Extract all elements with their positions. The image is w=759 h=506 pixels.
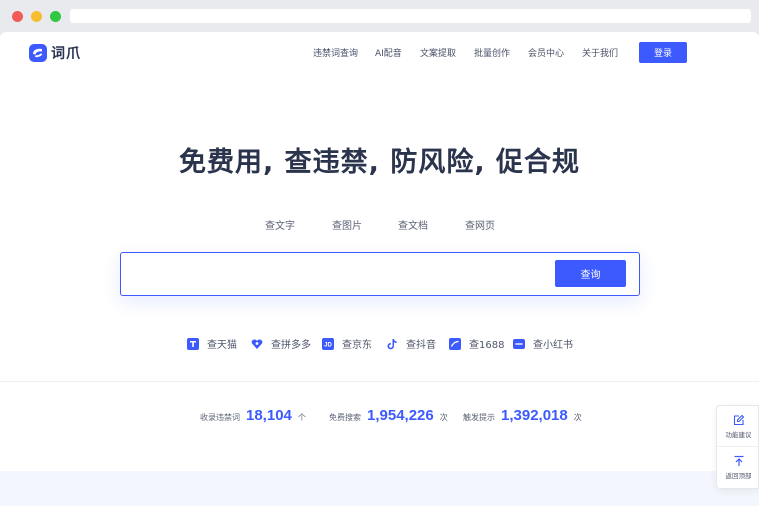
section-divider	[0, 381, 759, 382]
platform-label: 查拼多多	[271, 340, 311, 351]
maximize-window-button[interactable]	[50, 11, 61, 22]
tab-document[interactable]: 查文档	[398, 217, 428, 232]
platform-label: 查小红书	[533, 340, 573, 351]
stat-value: 18,104	[246, 407, 292, 424]
stat-label: 收录违禁词	[200, 413, 240, 422]
pinduoduo-icon	[251, 339, 263, 349]
stat-label: 免费搜索	[329, 413, 361, 422]
platform-tmall[interactable]: 查天猫	[187, 336, 237, 351]
platform-xiaohongshu[interactable]: 查小红书	[513, 336, 573, 351]
search-input[interactable]	[129, 261, 549, 287]
platform-label: 查1688	[469, 340, 505, 351]
top-nav: 词爪 违禁词查询 AI配音 文案提取 批量创作 会员中心 关于我们 登录	[0, 32, 759, 74]
nav-link-ai-voice[interactable]: AI配音	[375, 46, 402, 59]
stat-value: 1,392,018	[501, 407, 568, 424]
platform-label: 查抖音	[406, 340, 436, 351]
svg-text:JD: JD	[324, 342, 332, 348]
logo-icon	[29, 44, 47, 62]
nav-link-forbidden-words[interactable]: 违禁词查询	[313, 46, 358, 59]
stat-collected-words: 收录违禁词 18,104 个	[200, 407, 306, 424]
stat-free-searches: 免费搜索 1,954,226 次	[329, 407, 448, 424]
search-box: 查询	[120, 252, 640, 296]
platform-label: 查天猫	[207, 340, 237, 351]
arrow-up-icon	[734, 455, 743, 466]
nav-link-text-extract[interactable]: 文案提取	[420, 46, 456, 59]
hero-headline: 免费用, 查违禁, 防风险, 促合规	[179, 147, 580, 178]
douyin-icon	[387, 338, 397, 349]
jd-icon: JD	[322, 337, 334, 350]
minimize-window-button[interactable]	[31, 11, 42, 22]
back-to-top-button[interactable]: 返回顶部	[717, 447, 759, 488]
logo[interactable]: 词爪	[29, 43, 81, 63]
close-window-button[interactable]	[12, 11, 23, 22]
tab-webpage[interactable]: 查网页	[465, 217, 495, 232]
platform-douyin[interactable]: 查抖音	[386, 336, 436, 351]
edit-icon	[733, 414, 744, 425]
platform-1688[interactable]: 查1688	[449, 336, 504, 351]
page: 词爪 违禁词查询 AI配音 文案提取 批量创作 会员中心 关于我们 登录 免费用…	[0, 32, 759, 506]
address-bar[interactable]	[70, 9, 751, 23]
nav-link-member-center[interactable]: 会员中心	[528, 46, 564, 59]
stat-unit: 次	[439, 413, 448, 422]
feedback-label: 功能建议	[725, 430, 752, 439]
1688-icon	[449, 337, 461, 350]
platform-pinduoduo[interactable]: 查拼多多	[251, 336, 311, 351]
platform-jd[interactable]: JD 查京东	[322, 336, 372, 351]
stat-value: 1,954,226	[367, 407, 434, 424]
xiaohongshu-icon	[513, 338, 525, 349]
browser-chrome	[0, 0, 759, 32]
stat-triggered-hints: 触发提示 1,392,018 次	[463, 407, 582, 424]
tmall-icon	[187, 337, 199, 350]
search-button[interactable]: 查询	[555, 260, 626, 287]
nav-link-batch-create[interactable]: 批量创作	[474, 46, 510, 59]
platform-label: 查京东	[342, 340, 372, 351]
logo-text: 词爪	[51, 46, 81, 62]
tab-text[interactable]: 查文字	[265, 217, 295, 232]
login-button[interactable]: 登录	[639, 42, 687, 63]
stat-unit: 次	[573, 413, 582, 422]
footer-band	[0, 471, 759, 506]
feedback-button[interactable]: 功能建议	[717, 406, 759, 447]
side-panel: 功能建议 返回顶部	[716, 405, 759, 489]
tab-image[interactable]: 查图片	[332, 217, 362, 232]
stat-unit: 个	[297, 413, 306, 422]
back-to-top-label: 返回顶部	[725, 472, 752, 480]
stat-label: 触发提示	[463, 413, 495, 422]
nav-link-about-us[interactable]: 关于我们	[582, 46, 618, 59]
